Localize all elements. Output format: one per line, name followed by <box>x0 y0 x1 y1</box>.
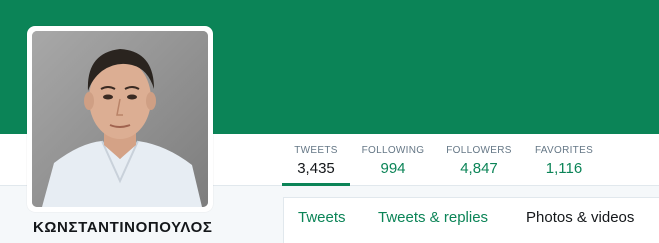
avatar-photo <box>32 31 208 207</box>
stat-tweets-label: TWEETS <box>294 145 338 156</box>
stat-following[interactable]: FOLLOWING 994 <box>357 134 429 186</box>
stat-followers-label: FOLLOWERS <box>446 145 512 156</box>
tab-tweets[interactable]: Tweets <box>298 209 346 226</box>
tab-tweets-and-replies[interactable]: Tweets & replies <box>378 209 488 226</box>
avatar-frame[interactable] <box>27 26 213 212</box>
stat-favorites-value: 1,116 <box>545 160 583 177</box>
stat-following-label: FOLLOWING <box>361 145 425 156</box>
stat-followers-value: 4,847 <box>460 160 498 177</box>
stat-followers[interactable]: FOLLOWERS 4,847 <box>442 134 516 186</box>
avatar[interactable] <box>32 31 208 207</box>
stat-favorites-label: FAVORITES <box>534 145 594 156</box>
stat-tweets-value: 3,435 <box>297 160 335 177</box>
stat-following-value: 994 <box>380 160 406 177</box>
profile-name[interactable]: ΚΩΝΣΤΑΝΤΙΝΟΠΟΥΛΟΣ <box>33 219 212 236</box>
timeline-tabs: Tweets Tweets & replies Photos & videos <box>283 197 659 243</box>
profile-page: ΚΩΝΣΤΑΝΤΙΝΟΠΟΥΛΟΣ TWEETS 3,435 FOLLOWING… <box>0 0 659 243</box>
stat-tweets[interactable]: TWEETS 3,435 <box>282 134 350 186</box>
active-stat-indicator <box>282 183 350 186</box>
stat-favorites[interactable]: FAVORITES 1,116 <box>529 134 599 186</box>
tab-photos-and-videos[interactable]: Photos & videos <box>526 209 634 226</box>
